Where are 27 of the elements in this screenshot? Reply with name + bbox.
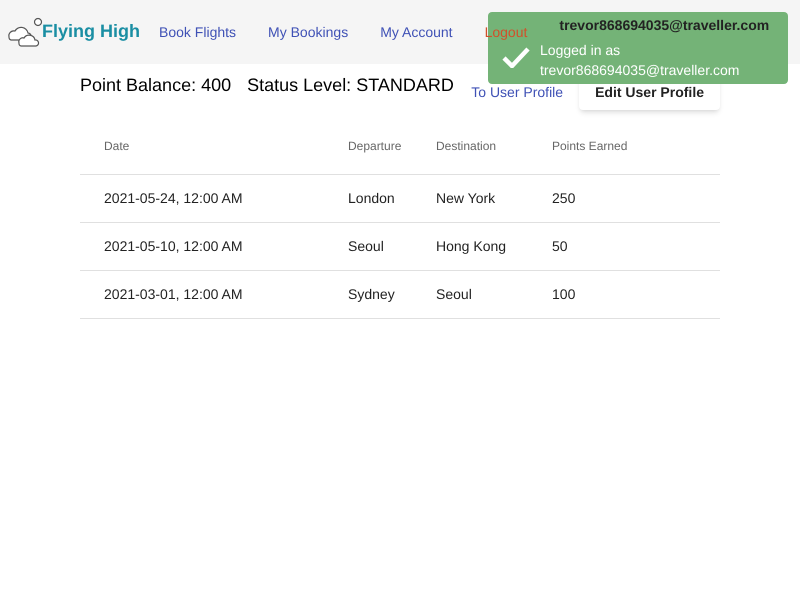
checkmark-icon <box>502 46 530 68</box>
point-balance: Point Balance: 400 <box>80 74 232 97</box>
toast-title: Logged in as <box>540 41 622 60</box>
table-cell: Seoul <box>348 222 436 270</box>
column-header: Date <box>80 118 348 174</box>
table-cell: Hong Kong <box>436 222 552 270</box>
table-cell: 2021-05-24, 12:00 AM <box>80 174 348 222</box>
table-cell: 100 <box>552 270 720 318</box>
table-cell: 2021-05-10, 12:00 AM <box>80 222 348 270</box>
user-profile-link[interactable]: To User Profile <box>463 82 572 102</box>
cloud-logo-icon <box>6 17 44 47</box>
column-header: Points Earned <box>552 118 720 174</box>
column-header: Destination <box>436 118 552 174</box>
table-cell: Sydney <box>348 270 436 318</box>
table-cell: 250 <box>552 174 720 222</box>
status-level: Status Level: STANDARD <box>247 74 454 97</box>
table-cell: Seoul <box>436 270 552 318</box>
table-cell: London <box>348 174 436 222</box>
nav-link[interactable]: Book Flights <box>159 22 236 42</box>
column-header: Departure <box>348 118 436 174</box>
nav-link[interactable]: My Account <box>380 22 453 42</box>
table-cell: New York <box>436 174 552 222</box>
user-email: trevor868694035@traveller.com <box>559 16 770 34</box>
table-cell: 2021-03-01, 12:00 AM <box>80 270 348 318</box>
table-cell: 50 <box>552 222 720 270</box>
brand-name[interactable]: Flying High <box>42 18 140 45</box>
nav-link[interactable]: My Bookings <box>268 22 348 42</box>
